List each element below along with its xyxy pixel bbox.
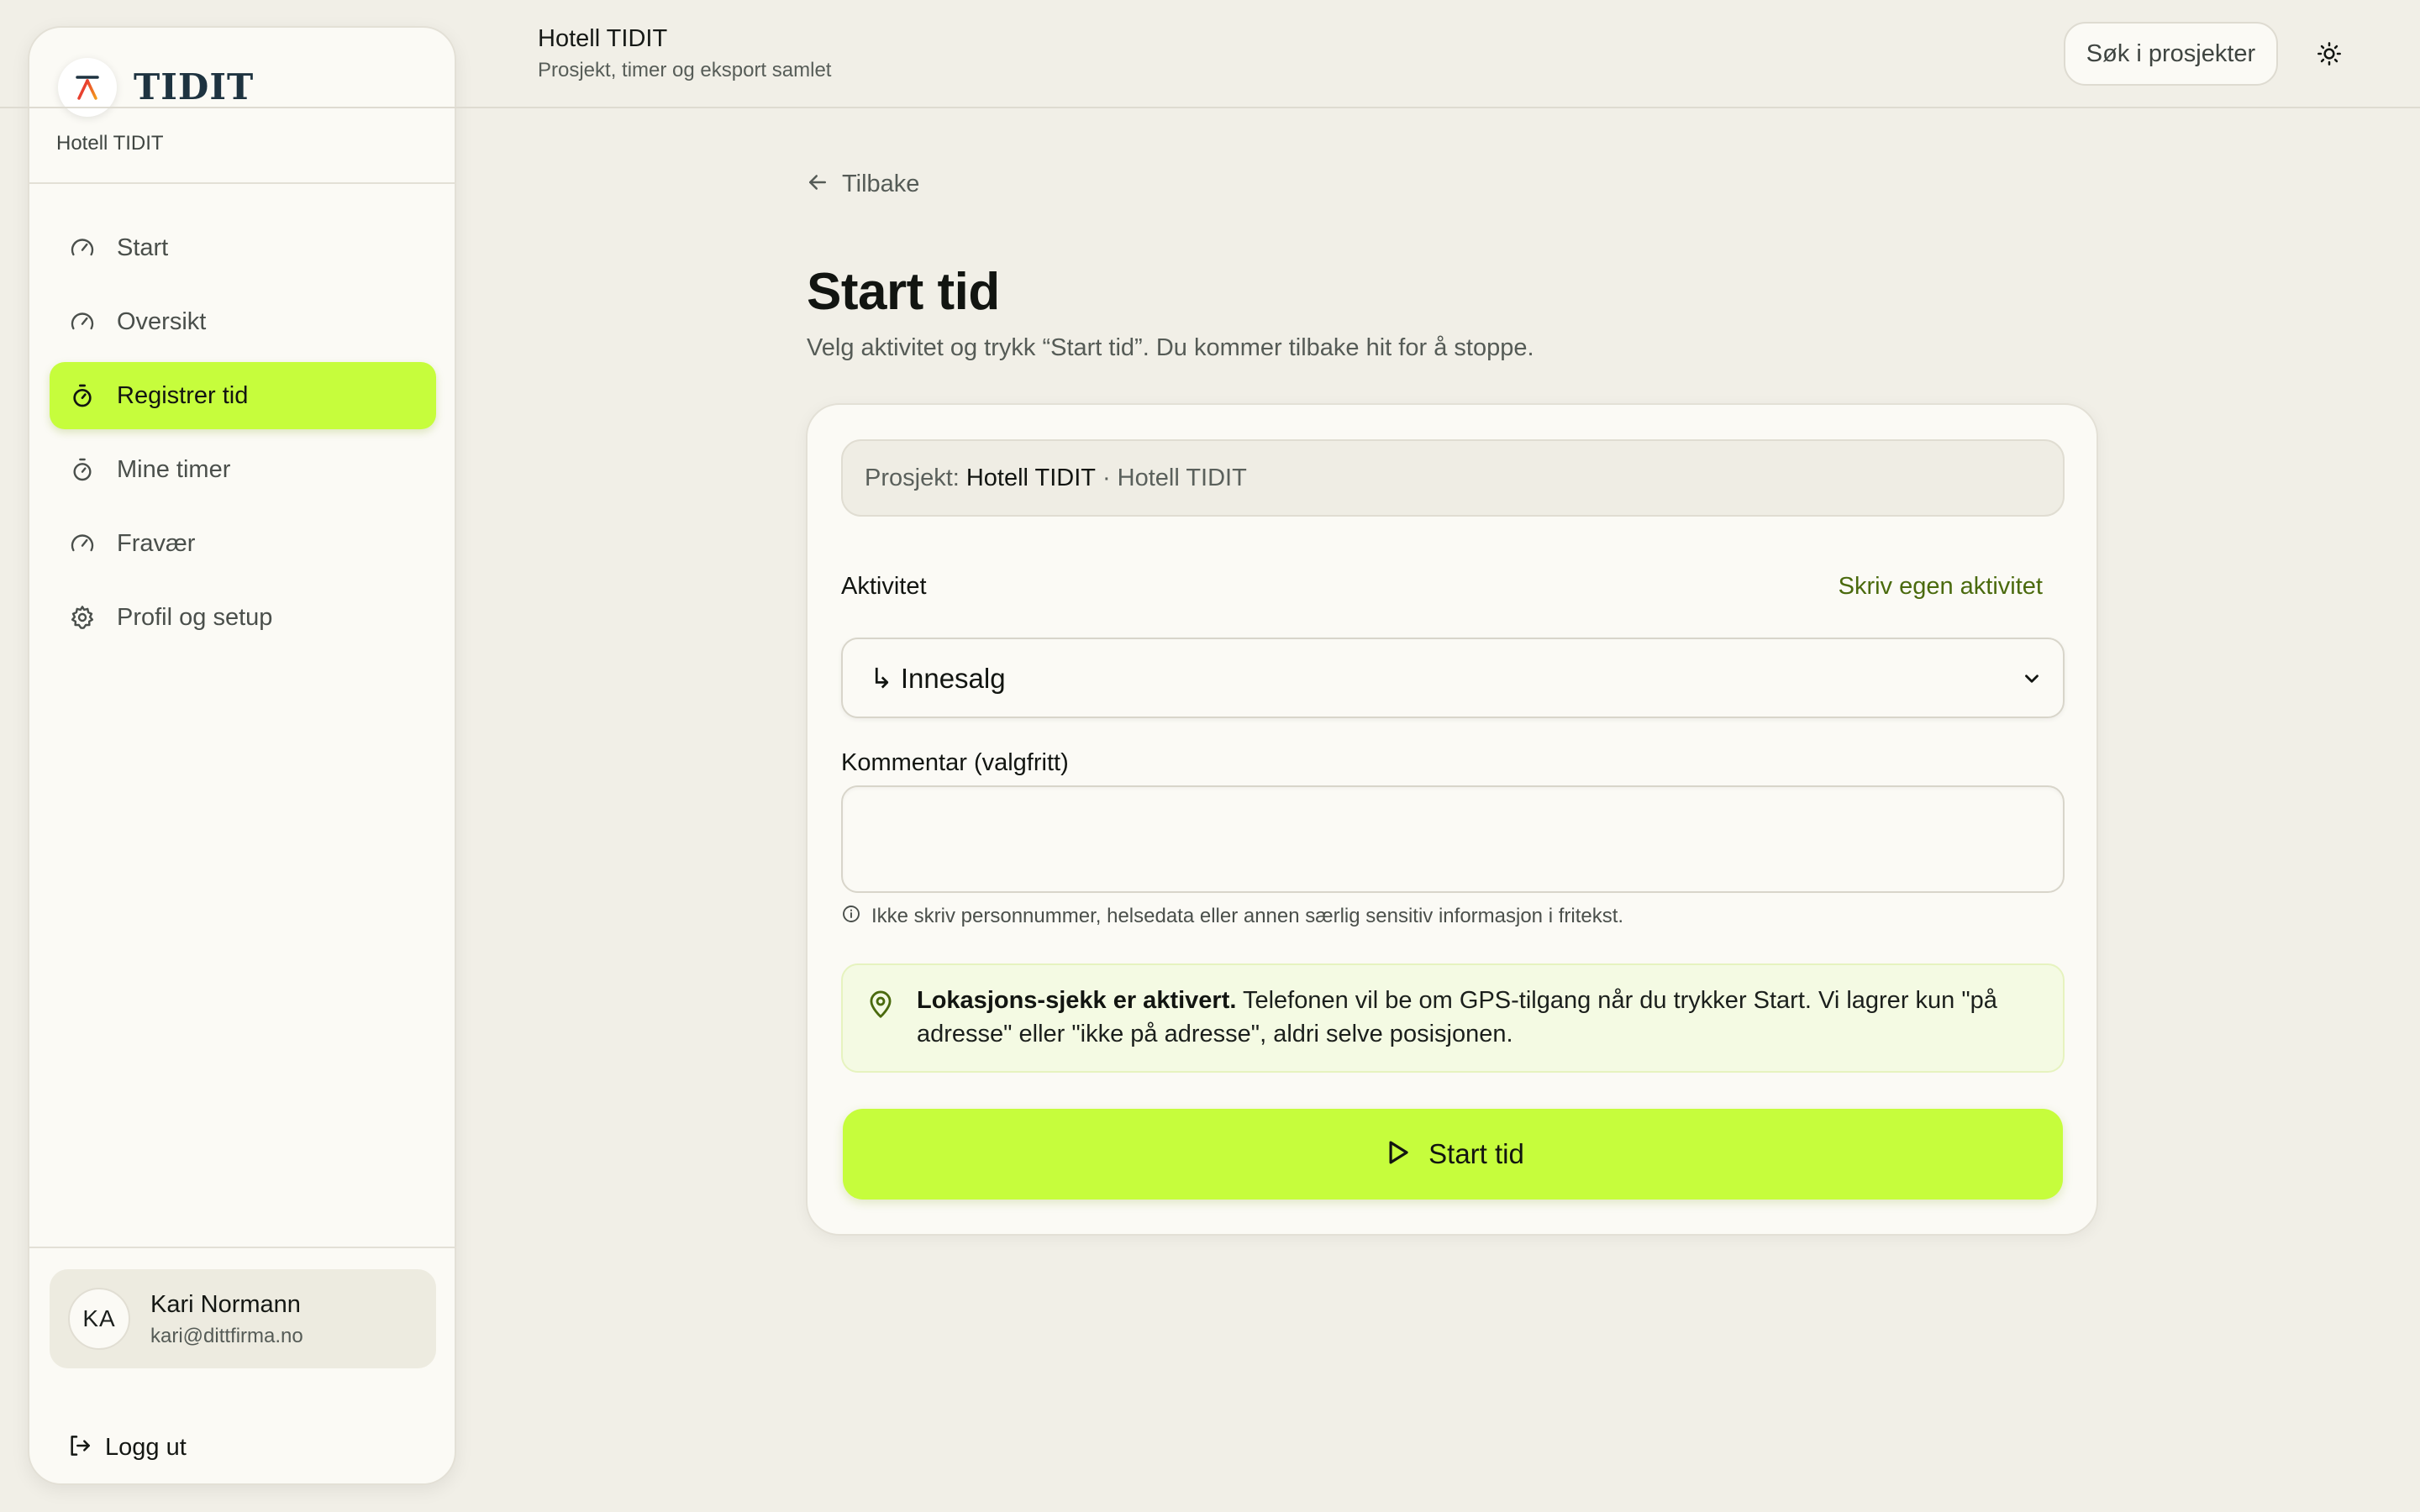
comment-textarea[interactable]: [841, 785, 2065, 893]
arrow-left-icon: [805, 170, 830, 199]
avatar: KA: [68, 1288, 130, 1350]
page-header-subtitle: Prosjekt, timer og eksport samlet: [538, 59, 832, 81]
project-separator: ·: [1102, 464, 1111, 491]
sidebar-item-label: Oversikt: [117, 307, 207, 335]
location-notice-bold: Lokasjons-sjekk er aktivert.: [917, 987, 1237, 1014]
sidebar-item-label: Registrer tid: [117, 381, 249, 409]
sidebar-item-start[interactable]: Start: [50, 214, 436, 281]
comment-label: Kommentar (valgfritt): [841, 749, 1069, 776]
divider: [29, 1247, 455, 1248]
chevron-down-icon: [2021, 668, 2043, 694]
search-projects-button[interactable]: Søk i prosjekter: [2064, 22, 2278, 86]
location-notice-text: Lokasjons-sjekk er aktivert. Telefonen v…: [917, 984, 2034, 1051]
page-title: Start tid: [807, 263, 1000, 321]
stopwatch-icon: [68, 381, 97, 410]
back-link[interactable]: Tilbake: [805, 170, 919, 199]
sidebar-item-fravaer[interactable]: Fravær: [50, 510, 436, 577]
logout-label: Logg ut: [105, 1434, 187, 1461]
sidebar-item-label: Mine timer: [117, 455, 231, 483]
user-card[interactable]: KA Kari Normann kari@dittfirma.no: [50, 1269, 436, 1368]
logout-icon: [66, 1432, 93, 1463]
user-name: Kari Normann: [150, 1291, 301, 1318]
top-bar: Hotell TIDIT Prosjekt, timer og eksport …: [0, 0, 2420, 108]
project-info: Prosjekt: Hotell TIDIT · Hotell TIDIT: [841, 439, 2065, 517]
start-time-label: Start tid: [1428, 1138, 1524, 1169]
privacy-hint-text: Ikke skriv personnummer, helsedata eller…: [871, 904, 1624, 927]
project-name: Hotell TIDIT: [965, 464, 1096, 491]
gauge-icon: [68, 234, 97, 262]
map-pin-icon: [865, 989, 897, 1025]
play-icon: [1381, 1137, 1413, 1173]
start-time-card: Prosjekt: Hotell TIDIT · Hotell TIDIT Ak…: [806, 403, 2098, 1236]
sidebar-item-oversikt[interactable]: Oversikt: [50, 288, 436, 355]
sidebar-item-label: Fravær: [117, 529, 196, 557]
activity-selected-value: ↳ Innesalg: [870, 662, 1006, 694]
project-prefix: Prosjekt:: [865, 464, 960, 491]
user-email: kari@dittfirma.no: [150, 1325, 303, 1347]
privacy-hint: Ikke skriv personnummer, helsedata eller…: [841, 904, 1623, 928]
start-time-button[interactable]: Start tid: [843, 1109, 2063, 1200]
project-customer: Hotell TIDIT: [1117, 464, 1247, 491]
sidebar: TIDIT Hotell TIDIT Start Oversikt Regist…: [28, 26, 456, 1485]
sun-icon[interactable]: [2311, 35, 2348, 72]
gauge-icon: [68, 529, 97, 558]
sidebar-item-profil-og-setup[interactable]: Profil og setup: [50, 584, 436, 651]
gauge-icon: [68, 307, 97, 336]
stopwatch-icon: [68, 455, 97, 484]
sidebar-item-label: Profil og setup: [117, 603, 273, 631]
sidebar-item-registrer-tid[interactable]: Registrer tid: [50, 362, 436, 429]
activity-select[interactable]: ↳ Innesalg: [841, 638, 2065, 718]
page-subtitle: Velg aktivitet og trykk “Start tid”. Du …: [807, 334, 1534, 361]
sidebar-item-label: Start: [117, 234, 169, 261]
custom-activity-link[interactable]: Skriv egen aktivitet: [1839, 573, 2043, 601]
info-icon: [841, 904, 861, 928]
logout-button[interactable]: Logg ut: [66, 1432, 187, 1463]
activity-label: Aktivitet: [841, 573, 927, 600]
workspace-name: Hotell TIDIT: [56, 132, 164, 155]
location-notice: Lokasjons-sjekk er aktivert. Telefonen v…: [841, 963, 2065, 1073]
page-header-title: Hotell TIDIT: [538, 25, 668, 52]
sidebar-nav: Start Oversikt Registrer tid Mine timer …: [50, 214, 436, 658]
sidebar-item-mine-timer[interactable]: Mine timer: [50, 436, 436, 503]
back-label: Tilbake: [842, 171, 920, 197]
gear-icon: [68, 603, 97, 632]
